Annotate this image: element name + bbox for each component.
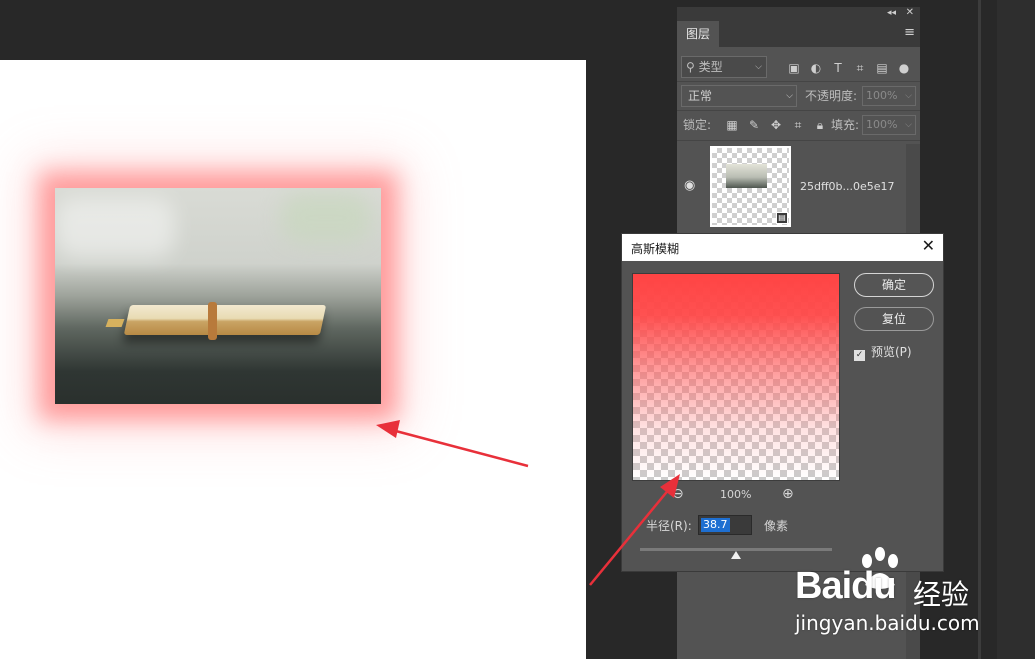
document-canvas[interactable] bbox=[0, 60, 586, 659]
preview-checkbox[interactable]: ✓ 预览(P) bbox=[854, 343, 912, 361]
layer-row[interactable]: ◉ ▤ 25dff0b...0e5e17 bbox=[677, 144, 906, 232]
panel-menu-icon[interactable]: ≡ bbox=[904, 25, 915, 40]
chevron-down-icon: ⌵ bbox=[755, 62, 762, 72]
zoom-out-icon[interactable]: ⊖ bbox=[672, 486, 684, 502]
gaussian-blur-dialog: 高斯模糊 ✕ ⊖ 100% ⊕ 确定 复位 ✓ 预览(P) 半径(R): 38.7… bbox=[621, 233, 944, 572]
lock-artboard-icon[interactable]: ⌗ bbox=[787, 114, 809, 136]
radius-unit: 像素 bbox=[764, 519, 789, 533]
layer-thumbnail: ▤ bbox=[710, 146, 791, 227]
opacity-input[interactable]: 100% ⌵ bbox=[862, 86, 916, 106]
radius-label: 半径(R): bbox=[646, 519, 692, 533]
chevron-down-icon: ⌵ bbox=[786, 91, 793, 101]
filter-shape-icon[interactable]: ⌗ bbox=[849, 61, 871, 76]
lock-pixels-icon[interactable]: ✎ bbox=[743, 114, 765, 136]
watermark-logo: Baidu bbox=[795, 565, 897, 607]
baidu-jingyan-watermark: Baidu 经验 jingyan.baidu.com bbox=[795, 545, 985, 645]
dialog-titlebar[interactable]: 高斯模糊 ✕ bbox=[622, 234, 943, 261]
blend-mode-select[interactable]: 正常 ⌵ bbox=[681, 85, 797, 107]
filter-adjustment-icon[interactable]: ◐ bbox=[805, 61, 827, 75]
layer-name: 25dff0b...0e5e17 bbox=[800, 180, 895, 193]
filter-smart-object-icon[interactable]: ▤ bbox=[871, 61, 893, 75]
tab-layers[interactable]: 图层 bbox=[677, 21, 720, 47]
chevron-down-icon: ⌵ bbox=[905, 120, 912, 130]
close-panel-icon[interactable]: ✕ bbox=[906, 7, 914, 18]
chevron-down-icon: ⌵ bbox=[905, 91, 912, 101]
watermark-suffix: 经验 bbox=[913, 578, 970, 611]
layer-filter-select[interactable]: ⚲ 类型 ⌵ bbox=[681, 56, 767, 78]
lock-all-icon[interactable]: 🔒︎ bbox=[809, 114, 831, 136]
watermark-url: jingyan.baidu.com bbox=[795, 611, 980, 635]
dialog-title: 高斯模糊 bbox=[631, 242, 680, 256]
photo-layer-with-glow bbox=[55, 188, 381, 404]
radius-slider-thumb[interactable] bbox=[731, 551, 741, 559]
filter-toggle-icon[interactable]: ● bbox=[893, 61, 915, 75]
fill-input[interactable]: 100% ⌵ bbox=[862, 115, 916, 135]
fill-label: 填充: bbox=[831, 118, 860, 132]
blur-preview[interactable] bbox=[632, 273, 840, 481]
notebook-object bbox=[123, 305, 327, 335]
collapse-panel-icon[interactable]: ◂◂ bbox=[887, 8, 896, 18]
search-icon: ⚲ bbox=[686, 60, 695, 74]
right-toolbar-strip bbox=[997, 0, 1035, 659]
zoom-level: 100% bbox=[720, 488, 752, 501]
lock-label: 锁定: bbox=[683, 118, 712, 132]
checkbox-checked-icon[interactable]: ✓ bbox=[854, 350, 865, 361]
ok-button[interactable]: 确定 bbox=[854, 273, 934, 297]
reset-button[interactable]: 复位 bbox=[854, 307, 934, 331]
lock-position-icon[interactable]: ✥ bbox=[765, 114, 787, 136]
opacity-label: 不透明度: bbox=[805, 89, 858, 103]
notebook-photo bbox=[55, 188, 381, 404]
filter-type-icon[interactable]: T bbox=[827, 61, 849, 75]
lock-transparency-icon[interactable]: ▦ bbox=[721, 114, 743, 136]
smart-object-badge-icon: ▤ bbox=[776, 212, 788, 224]
visibility-eye-icon[interactable]: ◉ bbox=[684, 178, 695, 193]
radius-input[interactable]: 38.7 bbox=[698, 515, 752, 535]
close-icon[interactable]: ✕ bbox=[922, 236, 935, 255]
filter-pixel-icon[interactable]: ▣ bbox=[783, 61, 805, 75]
zoom-in-icon[interactable]: ⊕ bbox=[782, 486, 794, 502]
